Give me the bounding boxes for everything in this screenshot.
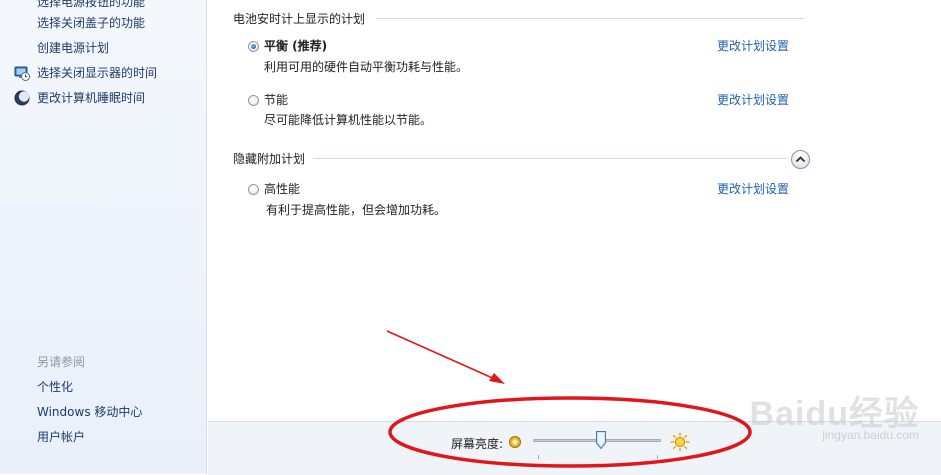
group-divider [376, 18, 805, 19]
plan-name-balanced[interactable]: 平衡 (推荐) [264, 37, 327, 55]
sidebar-link-personalization[interactable]: 个性化 [37, 377, 73, 397]
chevron-up-icon [795, 156, 806, 163]
group-header-hidden-plans: 隐藏附加计划 [233, 152, 306, 166]
group-divider [313, 158, 787, 159]
sidebar-link-display-off-time[interactable]: 选择关闭显示器的时间 [37, 63, 157, 83]
sidebar-link-power-button[interactable]: 选择电源按钮的功能 [37, 0, 145, 12]
brightness-label: 屏幕亮度: [451, 437, 504, 451]
bright-brightness-icon [670, 432, 690, 452]
sidebar-link-lid-close[interactable]: 选择关闭盖子的功能 [37, 13, 145, 33]
plan-radio-high-performance[interactable] [248, 184, 259, 195]
plan-desc-high-performance: 有利于提高性能，但会增加功耗。 [266, 203, 447, 217]
brightness-bar: 屏幕亮度: [208, 421, 941, 475]
sidebar-link-sleep-time[interactable]: 更改计算机睡眠时间 [37, 88, 145, 108]
sidebar-link-user-accounts[interactable]: 用户帐户 [37, 427, 85, 447]
collapse-hidden-plans-button[interactable] [791, 150, 810, 169]
brightness-slider-ticks [538, 455, 658, 459]
sidebar-link-create-plan[interactable]: 创建电源计划 [37, 38, 109, 58]
group-header-battery-plans: 电池安时计上显示的计划 [233, 12, 366, 26]
plan-name-power-saver[interactable]: 节能 [264, 91, 288, 109]
change-plan-settings-link-balanced[interactable]: 更改计划设置 [717, 37, 789, 55]
left-sidebar: 选择电源按钮的功能 选择关闭盖子的功能 创建电源计划 选择关闭显示器的时间 更改… [0, 0, 207, 474]
plan-radio-balanced[interactable] [248, 41, 259, 52]
power-plans-panel: 电池安时计上显示的计划 平衡 (推荐) 利用可用的硬件自动平衡功耗与性能。 更改… [208, 0, 941, 421]
plan-desc-power-saver: 尽可能降低计算机性能以节能。 [264, 113, 433, 127]
moon-icon [14, 90, 30, 106]
plan-name-high-performance[interactable]: 高性能 [264, 180, 300, 198]
monitor-clock-icon [14, 66, 30, 81]
dim-brightness-icon [509, 436, 521, 448]
plan-desc-balanced: 利用可用的硬件自动平衡功耗与性能。 [264, 60, 469, 74]
change-plan-settings-link-high-performance[interactable]: 更改计划设置 [717, 180, 789, 198]
see-also-heading: 另请参阅 [37, 355, 86, 369]
change-plan-settings-link-power-saver[interactable]: 更改计划设置 [717, 91, 789, 109]
plan-radio-power-saver[interactable] [248, 95, 259, 106]
sidebar-link-mobility-center[interactable]: Windows 移动中心 [37, 402, 142, 422]
brightness-slider-thumb[interactable] [595, 431, 606, 449]
